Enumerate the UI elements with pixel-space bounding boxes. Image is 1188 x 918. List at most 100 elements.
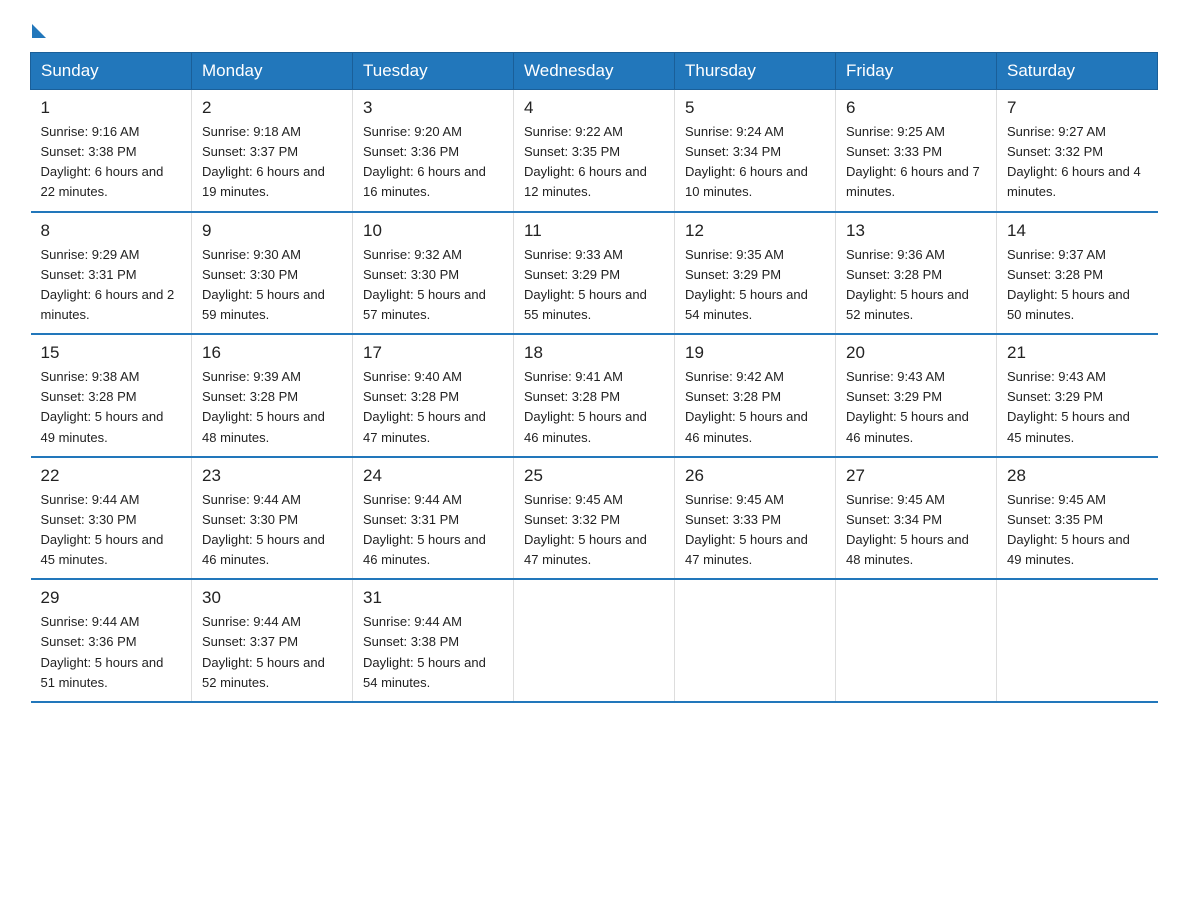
day-number: 23: [202, 466, 342, 486]
calendar-cell: 8 Sunrise: 9:29 AMSunset: 3:31 PMDayligh…: [31, 212, 192, 335]
calendar-cell: 13 Sunrise: 9:36 AMSunset: 3:28 PMDaylig…: [836, 212, 997, 335]
calendar-week-row: 8 Sunrise: 9:29 AMSunset: 3:31 PMDayligh…: [31, 212, 1158, 335]
calendar-cell: 2 Sunrise: 9:18 AMSunset: 3:37 PMDayligh…: [192, 90, 353, 212]
calendar-week-row: 29 Sunrise: 9:44 AMSunset: 3:36 PMDaylig…: [31, 579, 1158, 702]
day-number: 4: [524, 98, 664, 118]
day-info: Sunrise: 9:20 AMSunset: 3:36 PMDaylight:…: [363, 124, 486, 199]
calendar-cell: 12 Sunrise: 9:35 AMSunset: 3:29 PMDaylig…: [675, 212, 836, 335]
day-info: Sunrise: 9:38 AMSunset: 3:28 PMDaylight:…: [41, 369, 164, 444]
day-info: Sunrise: 9:29 AMSunset: 3:31 PMDaylight:…: [41, 247, 175, 322]
day-number: 2: [202, 98, 342, 118]
calendar-cell: 21 Sunrise: 9:43 AMSunset: 3:29 PMDaylig…: [997, 334, 1158, 457]
calendar-cell: 15 Sunrise: 9:38 AMSunset: 3:28 PMDaylig…: [31, 334, 192, 457]
day-info: Sunrise: 9:37 AMSunset: 3:28 PMDaylight:…: [1007, 247, 1130, 322]
day-number: 15: [41, 343, 182, 363]
day-info: Sunrise: 9:45 AMSunset: 3:32 PMDaylight:…: [524, 492, 647, 567]
day-info: Sunrise: 9:16 AMSunset: 3:38 PMDaylight:…: [41, 124, 164, 199]
day-number: 6: [846, 98, 986, 118]
day-number: 8: [41, 221, 182, 241]
header-thursday: Thursday: [675, 53, 836, 90]
day-info: Sunrise: 9:40 AMSunset: 3:28 PMDaylight:…: [363, 369, 486, 444]
day-number: 13: [846, 221, 986, 241]
calendar-cell: 6 Sunrise: 9:25 AMSunset: 3:33 PMDayligh…: [836, 90, 997, 212]
calendar-cell: 30 Sunrise: 9:44 AMSunset: 3:37 PMDaylig…: [192, 579, 353, 702]
day-number: 25: [524, 466, 664, 486]
day-number: 1: [41, 98, 182, 118]
day-info: Sunrise: 9:45 AMSunset: 3:34 PMDaylight:…: [846, 492, 969, 567]
calendar-week-row: 1 Sunrise: 9:16 AMSunset: 3:38 PMDayligh…: [31, 90, 1158, 212]
calendar-table: SundayMondayTuesdayWednesdayThursdayFrid…: [30, 52, 1158, 703]
day-info: Sunrise: 9:44 AMSunset: 3:37 PMDaylight:…: [202, 614, 325, 689]
day-info: Sunrise: 9:45 AMSunset: 3:35 PMDaylight:…: [1007, 492, 1130, 567]
calendar-header-row: SundayMondayTuesdayWednesdayThursdayFrid…: [31, 53, 1158, 90]
day-info: Sunrise: 9:41 AMSunset: 3:28 PMDaylight:…: [524, 369, 647, 444]
day-number: 21: [1007, 343, 1148, 363]
day-number: 26: [685, 466, 825, 486]
calendar-cell: [514, 579, 675, 702]
day-info: Sunrise: 9:22 AMSunset: 3:35 PMDaylight:…: [524, 124, 647, 199]
day-number: 11: [524, 221, 664, 241]
day-info: Sunrise: 9:24 AMSunset: 3:34 PMDaylight:…: [685, 124, 808, 199]
day-info: Sunrise: 9:43 AMSunset: 3:29 PMDaylight:…: [1007, 369, 1130, 444]
day-info: Sunrise: 9:32 AMSunset: 3:30 PMDaylight:…: [363, 247, 486, 322]
day-info: Sunrise: 9:44 AMSunset: 3:36 PMDaylight:…: [41, 614, 164, 689]
calendar-cell: 25 Sunrise: 9:45 AMSunset: 3:32 PMDaylig…: [514, 457, 675, 580]
calendar-cell: 26 Sunrise: 9:45 AMSunset: 3:33 PMDaylig…: [675, 457, 836, 580]
day-number: 27: [846, 466, 986, 486]
calendar-cell: 16 Sunrise: 9:39 AMSunset: 3:28 PMDaylig…: [192, 334, 353, 457]
day-number: 20: [846, 343, 986, 363]
calendar-cell: 23 Sunrise: 9:44 AMSunset: 3:30 PMDaylig…: [192, 457, 353, 580]
day-number: 12: [685, 221, 825, 241]
day-info: Sunrise: 9:44 AMSunset: 3:31 PMDaylight:…: [363, 492, 486, 567]
day-number: 30: [202, 588, 342, 608]
day-number: 16: [202, 343, 342, 363]
calendar-cell: 11 Sunrise: 9:33 AMSunset: 3:29 PMDaylig…: [514, 212, 675, 335]
calendar-cell: 27 Sunrise: 9:45 AMSunset: 3:34 PMDaylig…: [836, 457, 997, 580]
header-friday: Friday: [836, 53, 997, 90]
day-info: Sunrise: 9:18 AMSunset: 3:37 PMDaylight:…: [202, 124, 325, 199]
calendar-week-row: 15 Sunrise: 9:38 AMSunset: 3:28 PMDaylig…: [31, 334, 1158, 457]
calendar-cell: 31 Sunrise: 9:44 AMSunset: 3:38 PMDaylig…: [353, 579, 514, 702]
day-info: Sunrise: 9:39 AMSunset: 3:28 PMDaylight:…: [202, 369, 325, 444]
calendar-cell: 28 Sunrise: 9:45 AMSunset: 3:35 PMDaylig…: [997, 457, 1158, 580]
calendar-cell: 3 Sunrise: 9:20 AMSunset: 3:36 PMDayligh…: [353, 90, 514, 212]
calendar-cell: [675, 579, 836, 702]
calendar-cell: 7 Sunrise: 9:27 AMSunset: 3:32 PMDayligh…: [997, 90, 1158, 212]
day-number: 7: [1007, 98, 1148, 118]
day-info: Sunrise: 9:42 AMSunset: 3:28 PMDaylight:…: [685, 369, 808, 444]
day-number: 14: [1007, 221, 1148, 241]
header-saturday: Saturday: [997, 53, 1158, 90]
calendar-cell: 4 Sunrise: 9:22 AMSunset: 3:35 PMDayligh…: [514, 90, 675, 212]
day-number: 29: [41, 588, 182, 608]
day-info: Sunrise: 9:35 AMSunset: 3:29 PMDaylight:…: [685, 247, 808, 322]
day-info: Sunrise: 9:33 AMSunset: 3:29 PMDaylight:…: [524, 247, 647, 322]
header-sunday: Sunday: [31, 53, 192, 90]
logo-arrow-icon: [32, 24, 46, 38]
day-info: Sunrise: 9:44 AMSunset: 3:30 PMDaylight:…: [41, 492, 164, 567]
day-info: Sunrise: 9:27 AMSunset: 3:32 PMDaylight:…: [1007, 124, 1141, 199]
day-number: 10: [363, 221, 503, 241]
calendar-cell: 18 Sunrise: 9:41 AMSunset: 3:28 PMDaylig…: [514, 334, 675, 457]
calendar-cell: 5 Sunrise: 9:24 AMSunset: 3:34 PMDayligh…: [675, 90, 836, 212]
page-header: [30, 20, 1158, 34]
day-number: 22: [41, 466, 182, 486]
day-number: 18: [524, 343, 664, 363]
day-number: 3: [363, 98, 503, 118]
day-info: Sunrise: 9:25 AMSunset: 3:33 PMDaylight:…: [846, 124, 980, 199]
calendar-cell: [997, 579, 1158, 702]
day-info: Sunrise: 9:44 AMSunset: 3:30 PMDaylight:…: [202, 492, 325, 567]
header-wednesday: Wednesday: [514, 53, 675, 90]
day-info: Sunrise: 9:44 AMSunset: 3:38 PMDaylight:…: [363, 614, 486, 689]
calendar-cell: 29 Sunrise: 9:44 AMSunset: 3:36 PMDaylig…: [31, 579, 192, 702]
day-number: 19: [685, 343, 825, 363]
calendar-cell: 19 Sunrise: 9:42 AMSunset: 3:28 PMDaylig…: [675, 334, 836, 457]
calendar-cell: [836, 579, 997, 702]
header-tuesday: Tuesday: [353, 53, 514, 90]
day-number: 17: [363, 343, 503, 363]
calendar-cell: 9 Sunrise: 9:30 AMSunset: 3:30 PMDayligh…: [192, 212, 353, 335]
calendar-cell: 22 Sunrise: 9:44 AMSunset: 3:30 PMDaylig…: [31, 457, 192, 580]
day-number: 31: [363, 588, 503, 608]
header-monday: Monday: [192, 53, 353, 90]
calendar-cell: 17 Sunrise: 9:40 AMSunset: 3:28 PMDaylig…: [353, 334, 514, 457]
calendar-cell: 1 Sunrise: 9:16 AMSunset: 3:38 PMDayligh…: [31, 90, 192, 212]
